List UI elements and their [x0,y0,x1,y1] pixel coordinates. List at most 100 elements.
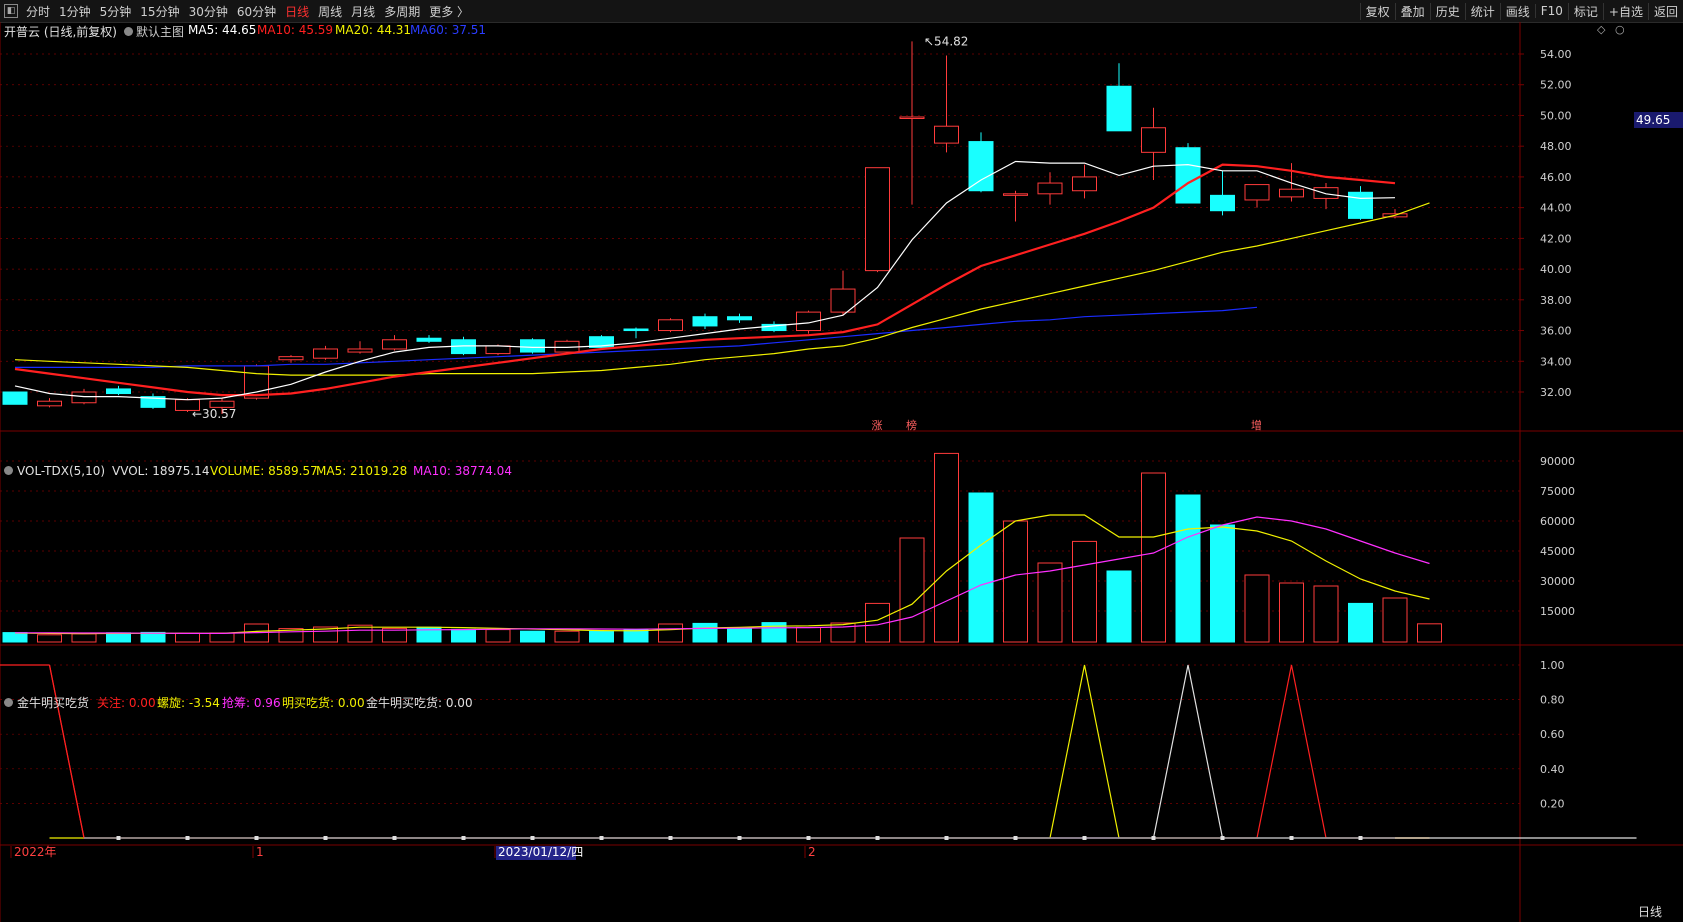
candle-33 [1141,127,1166,153]
candle-11 [382,339,407,350]
candle-19 [658,319,683,332]
price-tick-label-6: 42.00 [1540,232,1572,245]
volume-bar-1 [37,634,62,643]
volume-label: VOLUME: 8589.57 [210,464,318,478]
ind-dot-37 [1289,836,1294,840]
volume-bar-16 [554,630,580,643]
vol-ma5-label: MA5: 21019.28 [316,464,408,478]
period-tab-4[interactable]: 30分钟 [189,3,228,20]
price-tick-label-1: 52.00 [1540,79,1572,92]
x-label-1: 1 [256,845,264,859]
tool-button-3[interactable]: 统计 [1464,2,1500,20]
tool-button-0[interactable]: 复权 [1359,2,1395,20]
ind-dot-15 [530,836,535,840]
ind-yellow-line [49,664,1430,839]
volume-bar-14 [485,629,511,643]
volume-bar-37 [1279,582,1304,643]
volume-bar-38 [1313,585,1339,643]
timeframe-label: 日线 [1638,905,1663,919]
vol-tick-label-5: 15000 [1540,605,1575,618]
vol-tick-label-2: 60000 [1540,515,1575,528]
candle-38 [1313,187,1339,199]
tool-button-8[interactable]: 返回 [1647,2,1683,20]
period-tab-8[interactable]: 月线 [351,3,375,20]
ind-red-start [48,664,85,839]
settings-circle-icon [124,27,133,36]
price-tick-label-9: 36.00 [1540,325,1572,338]
price-tick-label-0: 54.00 [1540,48,1572,61]
volume-bar-35 [1210,524,1235,643]
candle-2 [71,391,97,404]
period-tab-5[interactable]: 60分钟 [237,3,276,20]
ind-gz-label: 关注: 0.00 [97,696,156,710]
candle-36 [1244,184,1270,201]
tool-button-7[interactable]: +自选 [1602,2,1648,20]
volume-bar-2 [71,633,97,643]
ind-dot-3 [116,836,121,840]
volume-bar-36 [1244,574,1270,643]
low-price-label: ←30.57 [192,407,236,421]
candle-0 [2,391,28,405]
ma20-line [14,202,1430,376]
period-tabs: 分时 1分钟 5分钟 15分钟 30分钟 60分钟 日线 周线 月线 多周期 更多 〉 [26,3,478,20]
ma60-label: MA60: 37.51 [410,23,487,37]
period-tab-9[interactable]: 多周期 [384,3,420,20]
candle-9 [313,348,338,359]
current-price-tag: 49.65 [1634,112,1683,128]
candle-39 [1348,191,1373,219]
candle-31 [1072,176,1097,192]
period-tab-7[interactable]: 周线 [318,3,342,20]
period-tab-3[interactable]: 15分钟 [140,3,179,20]
volume-bar-26 [899,537,925,643]
collapse-icon[interactable]: ◧ [4,4,18,18]
candle-10 [347,348,373,353]
volume-bar-40 [1382,597,1408,643]
volume-bar-18 [623,629,649,643]
event-marker-1: 榜 [906,418,917,432]
candle-3 [106,388,131,395]
candle-8 [278,356,304,361]
volume-bar-33 [1141,472,1166,643]
diamond-icon[interactable]: ◇ [1597,23,1605,36]
period-tab-6[interactable]: 日线 [285,3,309,20]
candle-37 [1279,188,1304,198]
settings-circle-icon [4,466,13,475]
more-circle-icon[interactable]: ○ [1615,23,1625,36]
price-tick-label-10: 34.00 [1540,355,1572,368]
volume-bar-13 [451,628,476,643]
ind-dot-23 [806,836,811,840]
vol-ma10-label: MA10: 38774.04 [413,464,512,478]
period-tab-2[interactable]: 5分钟 [100,3,132,20]
ind-dot-19 [668,836,673,840]
ind-dot-9 [323,836,328,840]
period-tab-10[interactable]: 更多 〉 [429,3,469,20]
ind-dot-35 [1220,836,1225,840]
tool-button-6[interactable]: 标记 [1567,2,1603,20]
ind-dot-17 [599,836,604,840]
tool-button-4[interactable]: 画线 [1499,2,1535,20]
settings-circle-icon [4,698,13,707]
price-tick-label-4: 46.00 [1540,171,1572,184]
price-tick-label-2: 50.00 [1540,109,1572,122]
ind-tick-label-0: 1.00 [1540,659,1565,672]
candle-25 [865,167,890,272]
candle-14 [485,345,511,355]
vol-tick-label-4: 30000 [1540,575,1575,588]
candle-35 [1210,194,1235,212]
ind-jn-label: 金牛明买吃货: 0.00 [366,696,473,710]
volume-bar-5 [175,632,200,643]
candle-26 [899,116,925,119]
period-tab-1[interactable]: 1分钟 [59,3,91,20]
period-tab-0[interactable]: 分时 [26,3,50,20]
tool-button-5[interactable]: F10 [1534,4,1568,18]
template-selector[interactable]: 默认主图 [124,23,184,40]
ind-dot-39 [1358,836,1363,840]
ind-tick-label-1: 0.80 [1540,694,1565,707]
volume-bar-32 [1106,570,1132,643]
tool-button-2[interactable]: 历史 [1429,2,1465,20]
tool-button-1[interactable]: 叠加 [1394,2,1430,20]
ind-red-line [48,664,1430,839]
ind-dot-27 [944,836,949,840]
vol-tick-label-1: 75000 [1540,485,1575,498]
volume-bar-29 [1003,520,1028,643]
